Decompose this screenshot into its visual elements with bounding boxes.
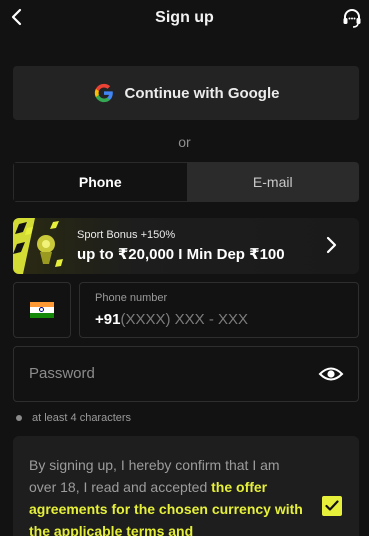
chevron-right-icon bbox=[326, 236, 337, 254]
tab-email[interactable]: E-mail bbox=[186, 162, 359, 202]
bonus-art-icon bbox=[13, 218, 63, 274]
agreement-checkbox[interactable] bbox=[322, 496, 342, 516]
google-button-label: Continue with Google bbox=[124, 84, 280, 102]
signup-method-tabs: Phone E-mail bbox=[13, 162, 359, 202]
eye-icon[interactable] bbox=[318, 363, 344, 385]
sign-up-screen: Sign up Continue with Google or Phone E-… bbox=[0, 0, 369, 536]
agreement-text: By signing up, I hereby confirm that I a… bbox=[29, 454, 307, 536]
headset-icon bbox=[343, 9, 361, 28]
bonus-title: Sport Bonus +150% bbox=[77, 229, 176, 241]
google-icon bbox=[94, 83, 113, 103]
password-placeholder: Password bbox=[29, 365, 95, 382]
checkmark-icon bbox=[325, 500, 339, 511]
country-selector[interactable] bbox=[13, 282, 71, 338]
password-field[interactable]: Password bbox=[13, 346, 359, 402]
password-hint: at least 4 characters bbox=[16, 412, 131, 424]
header: Sign up bbox=[0, 0, 369, 36]
phone-number-label: Phone number bbox=[95, 292, 168, 304]
bonus-amount: up to ₹20,000 I Min Dep ₹100 bbox=[77, 246, 285, 263]
sport-bonus-banner[interactable]: Sport Bonus +150% up to ₹20,000 I Min De… bbox=[13, 218, 359, 274]
india-flag-icon bbox=[30, 302, 54, 318]
continue-with-google-button[interactable]: Continue with Google bbox=[13, 66, 359, 120]
country-code: +91 bbox=[95, 311, 121, 328]
support-button[interactable] bbox=[339, 5, 365, 31]
phone-placeholder: (XXXX) XXX - XXX bbox=[120, 311, 248, 328]
phone-number-field[interactable]: Phone number +91(XXXX) XXX - XXX bbox=[79, 282, 359, 338]
password-hint-text: at least 4 characters bbox=[32, 412, 132, 424]
divider-or: or bbox=[178, 134, 191, 150]
hint-bullet bbox=[16, 415, 22, 421]
page-title: Sign up bbox=[155, 9, 214, 26]
tab-phone[interactable]: Phone bbox=[13, 162, 187, 202]
phone-number-value: +91(XXXX) XXX - XXX bbox=[95, 311, 248, 328]
agreement-card: By signing up, I hereby confirm that I a… bbox=[13, 436, 359, 536]
